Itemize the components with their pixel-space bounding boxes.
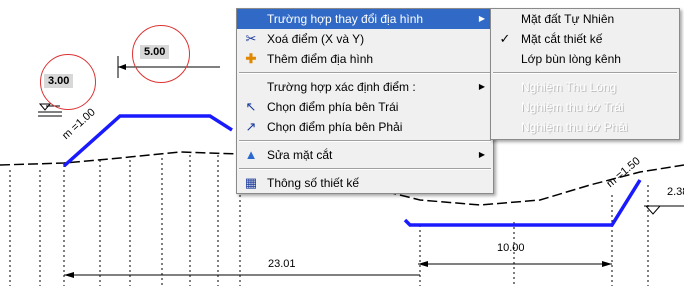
dimension-right-edge: 2.38: [667, 186, 684, 198]
submenu-item-acceptance-bed: Nghiệm Thu Lòng: [491, 77, 679, 97]
submenu-item-label: Nghiệm thu bờ Trái: [521, 100, 624, 114]
menu-item-add-point[interactable]: ✚ Thêm điểm địa hình: [237, 49, 493, 69]
dimension-bottom: 10.00: [497, 242, 525, 254]
submenu-item-acceptance-left-bank: Nghiệm thu bờ Trái: [491, 97, 679, 117]
menu-item-label: Thêm điểm địa hình: [267, 52, 374, 66]
menu-item-label: Chọn điểm phía bên Phải: [267, 120, 403, 134]
height-value-box[interactable]: 3.00: [44, 74, 74, 88]
submenu-item-label: Nghiệm thu bờ Phải: [521, 120, 628, 134]
submenu-item-design-section[interactable]: ✓ Mặt cắt thiết kế: [491, 29, 679, 49]
menu-item-label: Trường hợp xác định điểm :: [267, 80, 416, 94]
terrain-submenu: Mặt đất Tự Nhiên ✓ Mặt cắt thiết kế Lớp …: [490, 8, 680, 140]
menu-item-label: Sửa mặt cắt: [267, 148, 333, 162]
context-menu: Trường hợp thay đổi địa hình ▶ ✂ Xoá điể…: [236, 8, 494, 194]
menu-item-edit-section[interactable]: ▲ Sửa mặt cắt ▶: [237, 145, 493, 165]
menu-item-label: Trường hợp thay đổi địa hình: [267, 12, 424, 26]
menu-item-design-params[interactable]: ▦ Thông số thiết kế: [237, 173, 493, 193]
menu-separator: [239, 168, 491, 170]
submenu-arrow-icon: ▶: [478, 14, 485, 23]
submenu-arrow-icon: ▶: [478, 82, 485, 91]
cursor-right-icon: ↗: [245, 119, 257, 134]
submenu-arrow-icon: ▶: [478, 150, 485, 159]
menu-item-delete-point[interactable]: ✂ Xoá điểm (X và Y): [237, 29, 493, 49]
dimension-total: 23.01: [268, 258, 296, 270]
plus-icon: ✚: [245, 51, 257, 66]
design-section-left: [62, 114, 233, 168]
submenu-item-mud-layer[interactable]: Lớp bùn lòng kênh: [491, 49, 679, 69]
submenu-item-natural-ground[interactable]: Mặt đất Tự Nhiên: [491, 9, 679, 29]
menu-separator: [239, 140, 491, 142]
submenu-item-label: Mặt cắt thiết kế: [521, 32, 603, 46]
checkmark-icon: ✓: [499, 31, 511, 46]
menu-item-terrain-change[interactable]: Trường hợp thay đổi địa hình ▶: [237, 9, 493, 29]
terrain-edit-icon: ▲: [244, 147, 258, 162]
menu-item-label: Xoá điểm (X và Y): [267, 32, 365, 46]
submenu-item-label: Nghiệm Thu Lòng: [521, 80, 617, 94]
menu-item-pick-right[interactable]: ↗ Chọn điểm phía bên Phải: [237, 117, 493, 137]
submenu-item-label: Mặt đất Tự Nhiên: [521, 12, 615, 26]
menu-item-pick-left[interactable]: ↖ Chọn điểm phía bên Trái: [237, 97, 493, 117]
menu-item-point-mode[interactable]: Trường hợp xác định điểm : ▶: [237, 77, 493, 97]
menu-item-label: Chọn điểm phía bên Trái: [267, 100, 399, 114]
menu-separator: [239, 72, 491, 74]
settings-table-icon: ▦: [244, 175, 258, 190]
submenu-item-label: Lớp bùn lòng kênh: [521, 52, 621, 66]
cursor-left-icon: ↖: [245, 99, 257, 114]
submenu-item-acceptance-right-bank: Nghiệm thu bờ Phải: [491, 117, 679, 137]
menu-item-label: Thông số thiết kế: [267, 176, 360, 190]
width-value-box[interactable]: 5.00: [140, 45, 170, 59]
menu-separator: [493, 72, 677, 74]
scissors-icon: ✂: [245, 31, 257, 46]
